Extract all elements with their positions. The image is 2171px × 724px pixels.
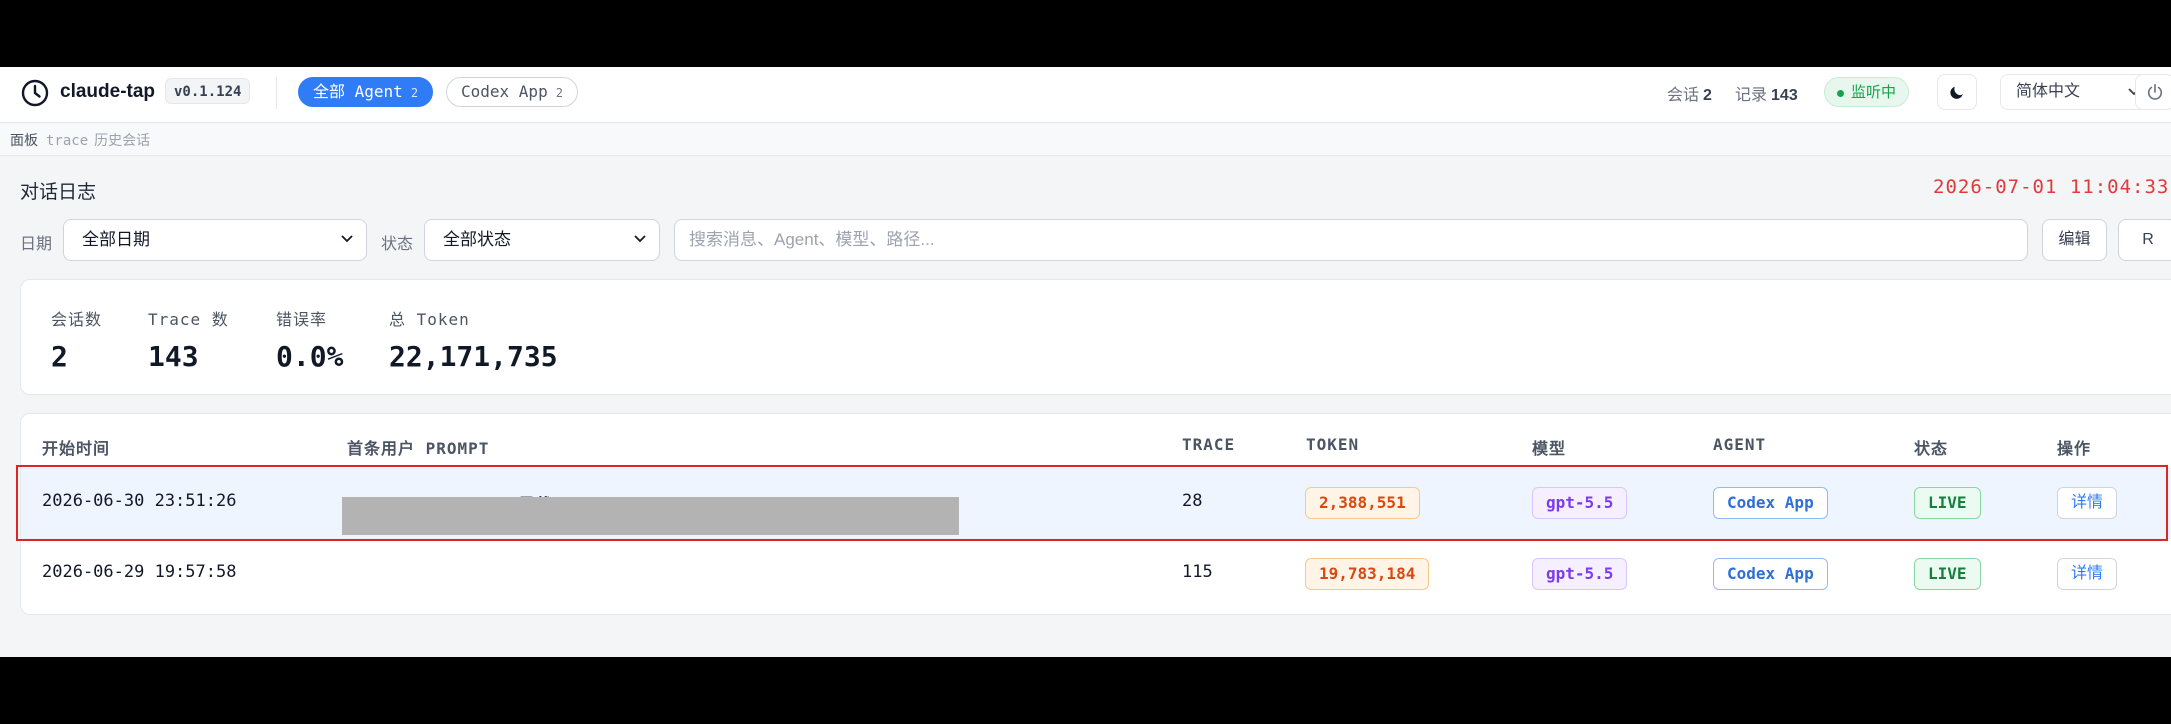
summary-card: 会话数 2 Trace 数 143 错误率 0.0% 总 Token 22,17… — [20, 279, 2171, 395]
row-status-badge: LIVE — [1914, 487, 1981, 519]
page-title: 对话日志 — [20, 182, 97, 203]
row-token-badge: 19,783,184 — [1305, 558, 1430, 590]
moon-icon — [1950, 86, 1963, 99]
row-agent-badge: Codex App — [1713, 487, 1828, 519]
row-agent-badge: Codex App — [1713, 558, 1828, 590]
date-filter-label: 日期 — [20, 236, 53, 253]
version-badge: v0.1.124 — [165, 78, 251, 104]
row-start-time: 2026-06-29 19:57:58 — [42, 562, 237, 582]
tab-codex-app-label: Codex App — [461, 82, 548, 101]
language-select[interactable]: 简体中文 — [2000, 74, 2152, 110]
row-status-badge: LIVE — [1914, 558, 1981, 590]
date-filter-select[interactable]: 全部日期 — [63, 219, 367, 261]
column-header-start-time: 开始时间 — [42, 439, 111, 458]
tab-all-agents[interactable]: 全部 Agent 2 — [298, 77, 434, 107]
tab-codex-app[interactable]: Codex App 2 — [446, 77, 578, 107]
clock-logo-icon — [21, 79, 49, 107]
language-select-value: 简体中文 — [2016, 83, 2081, 100]
column-header-agent: AGENT — [1713, 435, 1767, 454]
summary-error-rate-value: 0.0% — [276, 340, 344, 373]
breadcrumb: 面板 trace 历史会话 — [0, 124, 2171, 156]
summary-traces-value: 143 — [148, 340, 199, 373]
power-button[interactable] — [2135, 74, 2171, 110]
column-header-model: 模型 — [1532, 439, 1567, 458]
edit-button[interactable]: 编辑 — [2042, 219, 2107, 261]
listening-status-label: 监听中 — [1851, 84, 1897, 101]
search-input[interactable] — [674, 219, 2028, 261]
tab-all-agents-count: 2 — [410, 86, 419, 100]
summary-sessions: 会话数 2 — [51, 306, 102, 373]
record-count-value: 143 — [1771, 87, 1798, 104]
listening-status-badge: 监听中 — [1824, 77, 1910, 107]
summary-traces: Trace 数 143 — [148, 306, 229, 373]
session-count-value: 2 — [1703, 87, 1712, 104]
row-trace-count: 28 — [1182, 491, 1203, 511]
breadcrumb-dashboard[interactable]: 面板 — [10, 132, 38, 148]
top-bar: claude-tap v0.1.124 全部 Agent 2 Codex App 2… — [0, 67, 2171, 123]
summary-total-token: 总 Token 22,171,735 — [389, 306, 558, 373]
session-count-label: 会话 — [1667, 87, 1700, 104]
row-detail-button[interactable]: 详情 — [2057, 487, 2118, 519]
breadcrumb-history: 历史会话 — [94, 132, 151, 148]
row-model-badge: gpt-5.5 — [1532, 487, 1628, 519]
table-row[interactable] — [21, 539, 2171, 609]
theme-toggle-button[interactable] — [1937, 74, 1977, 110]
header-divider — [276, 77, 277, 109]
status-dot-icon — [1837, 90, 1844, 97]
status-filter-value: 全部状态 — [443, 230, 511, 249]
chevron-down-icon — [341, 235, 353, 243]
summary-total-token-label: 总 Token — [389, 310, 470, 329]
summary-sessions-value: 2 — [51, 340, 68, 373]
column-header-status: 状态 — [1914, 439, 1949, 458]
row-detail-button[interactable]: 详情 — [2057, 558, 2118, 590]
status-filter-label: 状态 — [381, 236, 414, 253]
summary-sessions-label: 会话数 — [51, 310, 103, 329]
row-start-time: 2026-06-30 23:51:26 — [42, 491, 237, 511]
tab-all-agents-label: 全部 Agent — [313, 82, 403, 101]
status-filter-select[interactable]: 全部状态 — [424, 219, 660, 261]
current-datetime: 2026-07-01 11:04:33 — [1933, 176, 2170, 198]
record-count-label: 记录 — [1735, 87, 1768, 104]
row-trace-count: 115 — [1182, 562, 1213, 582]
record-count: 记录 143 — [1735, 81, 1798, 105]
app-name: claude-tap — [60, 81, 156, 102]
date-filter-value: 全部日期 — [82, 230, 150, 249]
tab-codex-app-count: 2 — [555, 86, 563, 100]
column-header-action: 操作 — [2057, 439, 2092, 458]
redacted-prompt — [342, 497, 959, 535]
breadcrumb-trace[interactable]: trace — [46, 133, 88, 149]
column-header-token: TOKEN — [1306, 435, 1360, 454]
session-count: 会话 2 — [1667, 81, 1712, 105]
row-model-badge: gpt-5.5 — [1532, 558, 1628, 590]
summary-total-token-value: 22,171,735 — [389, 340, 558, 373]
summary-traces-label: Trace 数 — [148, 310, 229, 329]
chevron-down-icon — [634, 235, 646, 243]
refresh-button[interactable]: R — [2118, 219, 2171, 261]
app-window: claude-tap v0.1.124 全部 Agent 2 Codex App 2… — [0, 67, 2171, 657]
row-token-badge: 2,388,551 — [1305, 487, 1420, 519]
column-header-trace: TRACE — [1182, 435, 1236, 454]
power-icon — [2147, 83, 2163, 100]
column-header-prompt: 首条用户 PROMPT — [347, 439, 490, 458]
summary-error-rate-label: 错误率 — [276, 310, 328, 329]
summary-error-rate: 错误率 0.0% — [276, 306, 343, 373]
